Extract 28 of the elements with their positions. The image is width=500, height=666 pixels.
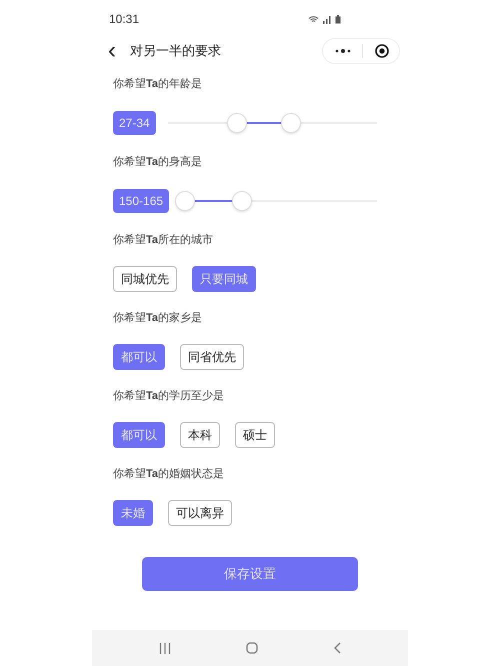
question-label: 你希望Ta的婚姻状态是 [113,466,226,482]
battery-icon [335,14,341,24]
slider-thumb[interactable] [281,113,302,133]
range-value: 150-165 [113,189,170,213]
back-icon[interactable] [332,642,341,654]
question-label: 你希望Ta的家乡是 [113,310,204,326]
recent-apps-icon[interactable] [159,642,172,654]
back-button[interactable]: ‹ [104,39,120,63]
question-label: 你希望Ta的身高是 [113,154,204,170]
question-label: 你希望Ta的年龄是 [113,76,204,92]
status-time: 10:31 [109,11,140,28]
question-label: 你希望Ta的学历至少是 [113,388,226,404]
home-icon[interactable] [246,642,258,654]
option-button[interactable]: 同城优先 [113,266,177,292]
wifi-icon [308,14,319,24]
signal-icon [323,14,331,24]
option-button[interactable]: 硕士 [235,422,275,448]
slider-thumb[interactable] [226,113,247,133]
close-icon[interactable] [375,44,389,58]
question-label: 你希望Ta所在的城市 [113,232,214,248]
more-icon[interactable] [335,49,351,53]
slider-thumb[interactable] [174,191,195,211]
range-value: 27-34 [113,111,156,135]
slider-thumb[interactable] [232,191,252,211]
option-button[interactable]: 本科 [180,422,220,448]
option-button[interactable]: 可以离异 [168,500,232,526]
page-title: 对另一半的要求 [130,42,221,60]
option-button[interactable]: 同省优先 [180,344,244,370]
